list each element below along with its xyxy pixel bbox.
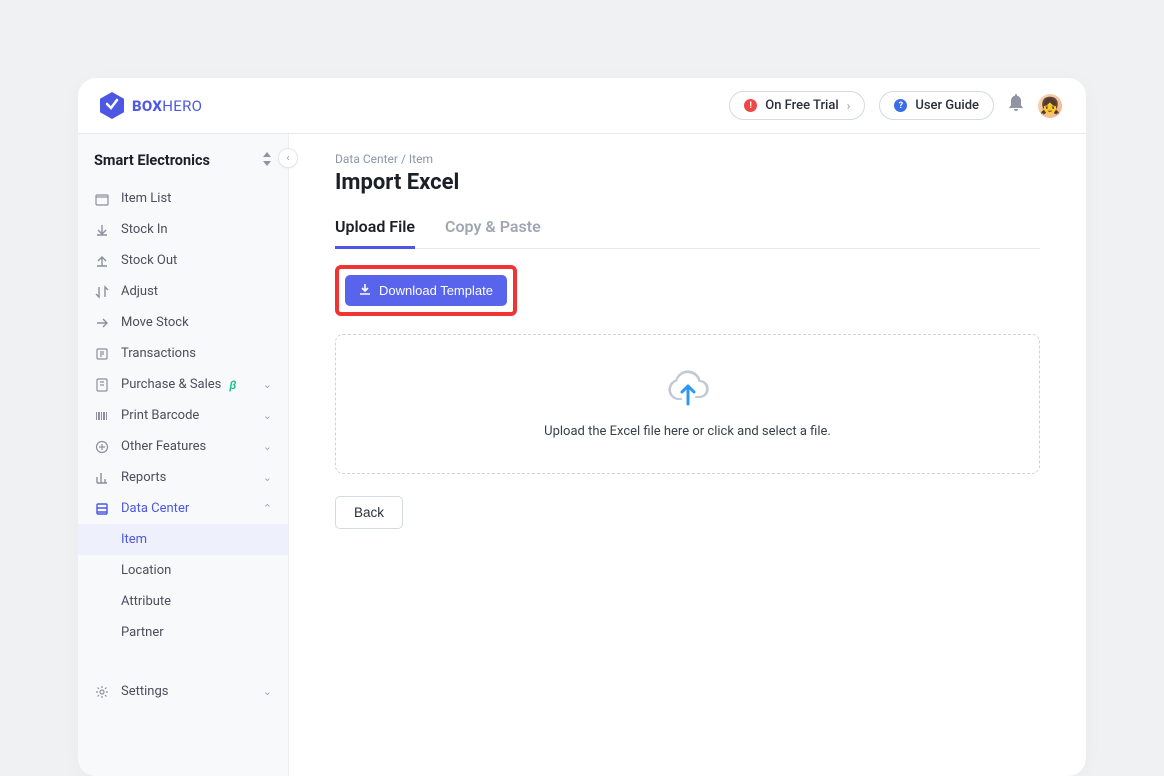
- breadcrumb-sep: /: [398, 152, 409, 166]
- tab-upload-file[interactable]: Upload File: [335, 211, 415, 248]
- sidebar-item-label: Transactions: [121, 346, 196, 361]
- highlight-box: Download Template: [335, 265, 517, 316]
- userguide-label: User Guide: [915, 98, 979, 113]
- sidebar-subitem-partner[interactable]: Partner: [78, 617, 288, 648]
- receipt-icon: [94, 347, 109, 361]
- header-right: ! On Free Trial › ? User Guide 👧: [729, 91, 1062, 120]
- chevron-down-icon: ⌄: [263, 471, 272, 484]
- chevron-up-icon: ⌃: [263, 502, 272, 515]
- sidebar-item-label: Data Center: [121, 501, 189, 516]
- sidebar-item-adjust[interactable]: Adjust: [78, 276, 288, 307]
- swap-icon: [94, 285, 109, 299]
- main-content: Data Center / Item Import Excel Upload F…: [289, 134, 1086, 776]
- upload-dropzone[interactable]: Upload the Excel file here or click and …: [335, 334, 1040, 474]
- chevron-down-icon: ⌄: [263, 440, 272, 453]
- sidebar-item-label: Adjust: [121, 284, 158, 299]
- logo-hero: HERO: [162, 97, 202, 115]
- logo-icon: [100, 92, 124, 119]
- sidebar-item-label: Item List: [121, 191, 171, 206]
- sidebar-item-label: Move Stock: [121, 315, 189, 330]
- arrow-down-icon: [94, 223, 109, 237]
- arrow-up-icon: [94, 254, 109, 268]
- plus-circle-icon: [94, 440, 109, 454]
- gear-icon: [94, 685, 109, 699]
- sidebar-item-otherfeatures[interactable]: Other Features ⌄: [78, 431, 288, 462]
- sidebar-subitem-item[interactable]: Item: [78, 524, 288, 555]
- sidebar: Smart Electronics ‹ Item List: [78, 134, 289, 776]
- chevron-right-icon: ›: [847, 99, 851, 113]
- download-template-button[interactable]: Download Template: [345, 275, 507, 306]
- page-title: Import Excel: [335, 170, 1040, 195]
- barcode-icon: [94, 409, 109, 423]
- userguide-pill[interactable]: ? User Guide: [879, 91, 994, 120]
- download-icon: [359, 283, 371, 298]
- sidebar-item-label: Other Features: [121, 439, 206, 454]
- sidebar-item-printbarcode[interactable]: Print Barcode ⌄: [78, 400, 288, 431]
- sidebar-nav: Item List Stock In Stock Out: [78, 183, 288, 707]
- chevron-down-icon: ⌄: [263, 409, 272, 422]
- sidebar-item-label: Reports: [121, 470, 166, 485]
- sidebar-item-stockout[interactable]: Stock Out: [78, 245, 288, 276]
- updown-icon: [262, 152, 272, 169]
- database-icon: [94, 502, 109, 516]
- alert-icon: !: [744, 99, 757, 112]
- tab-copy-paste[interactable]: Copy & Paste: [445, 211, 541, 248]
- workspace-title: Smart Electronics: [94, 152, 210, 169]
- download-template-label: Download Template: [379, 283, 493, 298]
- datacenter-submenu: Item Location Attribute Partner: [78, 524, 288, 648]
- action-row: Download Template: [335, 265, 1040, 316]
- cloud-upload-icon: [666, 370, 710, 406]
- sidebar-subitem-attribute[interactable]: Attribute: [78, 586, 288, 617]
- breadcrumb-current: Item: [409, 152, 433, 166]
- sidebar-item-itemlist[interactable]: Item List: [78, 183, 288, 214]
- sidebar-item-movestock[interactable]: Move Stock: [78, 307, 288, 338]
- sidebar-item-stockin[interactable]: Stock In: [78, 214, 288, 245]
- sidebar-subitem-location[interactable]: Location: [78, 555, 288, 586]
- back-button[interactable]: Back: [335, 496, 403, 529]
- sidebar-item-label: Print Barcode: [121, 408, 199, 423]
- breadcrumb: Data Center / Item: [335, 152, 1040, 166]
- sidebar-item-purchasesales[interactable]: Purchase & Sales β ⌄: [78, 369, 288, 400]
- tabs: Upload File Copy & Paste: [335, 211, 1040, 249]
- sidebar-item-reports[interactable]: Reports ⌄: [78, 462, 288, 493]
- chevron-down-icon: ⌄: [263, 685, 272, 698]
- dropzone-text: Upload the Excel file here or click and …: [544, 424, 831, 439]
- sidebar-item-settings[interactable]: Settings ⌄: [78, 676, 288, 707]
- sidebar-item-datacenter[interactable]: Data Center ⌃: [78, 493, 288, 524]
- sidebar-item-label: Settings: [121, 684, 168, 699]
- sidebar-item-label: Stock Out: [121, 253, 177, 268]
- trial-pill[interactable]: ! On Free Trial ›: [729, 91, 865, 120]
- sidebar-item-label: Purchase & Sales: [121, 377, 221, 392]
- beta-badge: β: [229, 378, 236, 392]
- bell-icon[interactable]: [1008, 94, 1024, 117]
- box-icon: [94, 192, 109, 206]
- logo-text: BOXHERO: [132, 97, 202, 115]
- invoice-icon: [94, 378, 109, 392]
- avatar[interactable]: 👧: [1038, 94, 1062, 118]
- sidebar-item-transactions[interactable]: Transactions: [78, 338, 288, 369]
- app-window: BOXHERO ! On Free Trial › ? User Guide 👧: [78, 78, 1086, 776]
- arrow-right-icon: [94, 316, 109, 330]
- chart-icon: [94, 471, 109, 485]
- sidebar-item-label: Stock In: [121, 222, 168, 237]
- logo[interactable]: BOXHERO: [100, 92, 202, 119]
- workspace-selector[interactable]: Smart Electronics: [78, 152, 288, 183]
- app-body: Smart Electronics ‹ Item List: [78, 134, 1086, 776]
- chevron-down-icon: ⌄: [263, 378, 272, 391]
- app-header: BOXHERO ! On Free Trial › ? User Guide 👧: [78, 78, 1086, 134]
- logo-box: BOX: [132, 97, 162, 115]
- trial-label: On Free Trial: [765, 98, 838, 113]
- breadcrumb-parent[interactable]: Data Center: [335, 152, 398, 166]
- help-icon: ?: [894, 99, 907, 112]
